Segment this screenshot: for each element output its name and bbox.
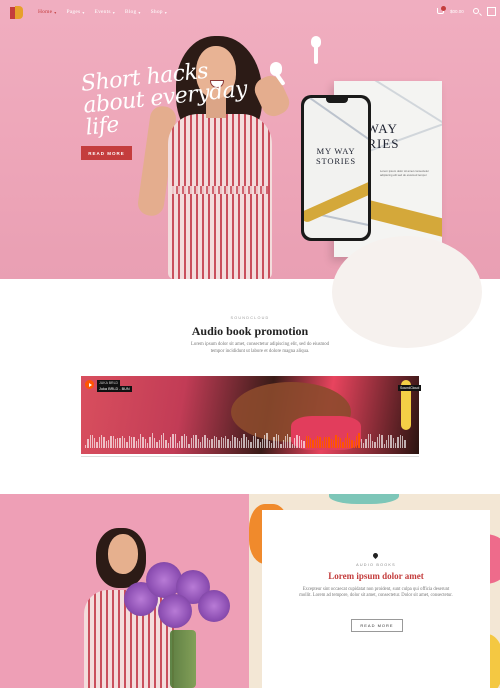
- nav-label: Home: [38, 9, 53, 15]
- feature-eyebrow: AUDIO BOOKS: [356, 563, 396, 567]
- nav-label: Pages: [66, 9, 81, 15]
- search-icon[interactable]: [473, 8, 479, 14]
- feature-image: [0, 494, 249, 688]
- nav-label: Shop: [150, 9, 163, 15]
- airpod-image: [270, 62, 282, 76]
- main-nav: Home ▾ Pages ▾ Events ▾ Blog ▾ Shop ▾: [38, 9, 167, 15]
- chevron-down-icon: ▾: [54, 9, 57, 15]
- phone-book-title: MY WAY STORIES: [316, 146, 356, 166]
- chevron-down-icon: ▾: [82, 9, 85, 15]
- promo-title: Audio book promotion: [191, 324, 309, 338]
- soundcloud-player[interactable]: JUKA BRLD Juka BRLD - BUN: [81, 376, 419, 454]
- nav-item-home[interactable]: Home ▾: [38, 9, 56, 15]
- nav-item-pages[interactable]: Pages ▾: [66, 9, 84, 15]
- chevron-down-icon: ▾: [138, 9, 141, 15]
- promo-eyebrow: SOUNDCLOUD: [230, 316, 270, 320]
- logo-icon[interactable]: [10, 6, 24, 20]
- player-waveform[interactable]: [85, 432, 415, 448]
- nav-item-blog[interactable]: Blog ▾: [125, 9, 141, 15]
- phone-image: MY WAY STORIES: [301, 95, 371, 241]
- feature-title: Lorem ipsum dolor amet: [328, 571, 424, 581]
- nav-label: Events: [94, 9, 111, 15]
- nav-item-events[interactable]: Events ▾: [95, 9, 115, 15]
- player-footer: [81, 453, 419, 457]
- nav-label: Blog: [124, 9, 137, 15]
- feature-read-more-button[interactable]: READ MORE: [351, 619, 403, 632]
- chevron-down-icon: ▾: [112, 9, 115, 15]
- promo-description: Lorem ipsum dolor sit amet, consectetur …: [190, 342, 330, 354]
- play-button[interactable]: [85, 380, 94, 389]
- hero-read-more-button[interactable]: READ MORE: [81, 146, 132, 160]
- nav-item-shop[interactable]: Shop ▾: [151, 9, 167, 15]
- soundcloud-logo[interactable]: SoundCloud: [398, 385, 422, 391]
- feature-description: Excepteur sint occaecat cupidatat non pr…: [299, 587, 453, 599]
- cart-amount: $00.00: [450, 8, 464, 14]
- top-navigation: Home ▾ Pages ▾ Events ▾ Blog ▾ Shop ▾ $00.00: [0, 0, 500, 28]
- menu-icon[interactable]: [487, 7, 496, 16]
- airpod-image: [311, 36, 321, 64]
- chevron-down-icon: ▾: [164, 9, 167, 15]
- flowers-image: [124, 560, 234, 640]
- cart-badge: [441, 6, 446, 11]
- player-track-title[interactable]: Juka BRLD - BUN: [97, 386, 132, 392]
